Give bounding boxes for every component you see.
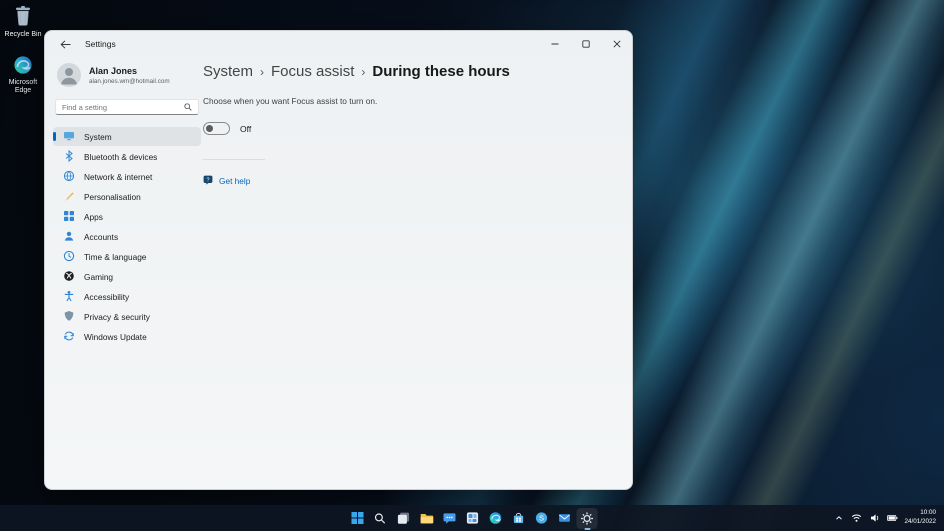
toggle-state-label: Off <box>240 123 252 134</box>
clock-time: 10:00 <box>920 509 936 517</box>
user-profile: Alan Jones alan.jones.wm@hotmail.com <box>53 59 201 91</box>
task-view-icon[interactable] <box>393 508 414 529</box>
brush-icon <box>63 190 75 204</box>
breadcrumb-focus-assist[interactable]: Focus assist <box>271 63 354 80</box>
sidebar-item-label: Time & language <box>84 251 147 262</box>
battery-icon[interactable] <box>886 509 899 527</box>
shield-icon <box>63 310 75 324</box>
breadcrumb-system[interactable]: System <box>203 63 253 80</box>
sidebar-item-gaming[interactable]: Gaming <box>53 267 201 286</box>
settings-content: System › Focus assist › During these hou… <box>203 57 622 489</box>
sidebar-item-time-language[interactable]: Time & language <box>53 247 201 266</box>
file-explorer-icon[interactable] <box>416 508 437 529</box>
sidebar-item-windows-update[interactable]: Windows Update <box>53 327 201 346</box>
profile-email: alan.jones.wm@hotmail.com <box>89 77 170 85</box>
person-icon <box>63 230 75 244</box>
desktop-icon-recycle-bin[interactable]: Recycle Bin <box>0 5 46 39</box>
desktop-icon-microsoft-edge[interactable]: Microsoft Edge <box>0 55 46 95</box>
sidebar-item-accessibility[interactable]: Accessibility <box>53 287 201 306</box>
sidebar-item-bluetooth-devices[interactable]: Bluetooth & devices <box>53 147 201 166</box>
settings-sidebar: Alan Jones alan.jones.wm@hotmail.com Sys… <box>53 59 201 346</box>
start-button[interactable] <box>347 508 368 529</box>
profile-name: Alan Jones <box>89 65 138 76</box>
edge-icon <box>13 55 33 77</box>
svg-text:?: ? <box>207 177 210 183</box>
settings-nav: System Bluetooth & devices Network & int… <box>53 127 201 346</box>
breadcrumb: System › Focus assist › During these hou… <box>203 63 622 80</box>
sidebar-item-label: Network & internet <box>84 171 153 182</box>
apps-grid-icon <box>63 210 75 224</box>
sidebar-item-label: Bluetooth & devices <box>84 151 158 162</box>
wifi-icon[interactable] <box>850 509 863 527</box>
update-icon <box>63 330 75 344</box>
back-button[interactable] <box>53 34 77 54</box>
sidebar-item-label: Accessibility <box>84 291 130 302</box>
svg-text:S: S <box>538 514 543 523</box>
clock-icon <box>63 250 75 264</box>
get-help-icon: ? <box>203 172 213 190</box>
breadcrumb-separator: › <box>361 64 366 79</box>
recycle-bin-icon <box>13 5 33 29</box>
sidebar-item-label: Privacy & security <box>84 311 150 322</box>
edge-icon[interactable] <box>485 508 506 529</box>
store-icon[interactable] <box>508 508 529 529</box>
search-icon <box>184 98 192 116</box>
sidebar-item-system[interactable]: System <box>53 127 201 146</box>
sidebar-item-apps[interactable]: Apps <box>53 207 201 226</box>
minimize-icon[interactable] <box>539 31 570 57</box>
accessibility-icon <box>63 290 75 304</box>
get-help-row: ? Get help <box>203 172 622 190</box>
system-tray: 10:00 24/01/2022 <box>832 509 944 527</box>
volume-icon[interactable] <box>868 509 881 527</box>
sidebar-item-network-internet[interactable]: Network & internet <box>53 167 201 186</box>
search-box <box>55 99 199 115</box>
window-controls <box>539 31 632 57</box>
desktop-icon-label: Microsoft Edge <box>8 79 38 95</box>
system-icon <box>63 130 75 144</box>
breadcrumb-separator: › <box>260 64 265 79</box>
focus-assist-toggle[interactable] <box>203 122 230 135</box>
taskbar-clock[interactable]: 10:00 24/01/2022 <box>904 509 936 527</box>
titlebar: Settings <box>45 31 632 57</box>
settings-app-icon[interactable] <box>576 507 598 529</box>
taskbar-search-icon[interactable] <box>370 508 391 529</box>
xbox-icon <box>63 270 75 284</box>
taskbar-pinned-apps: S <box>347 505 598 531</box>
sidebar-item-label: Personalisation <box>84 191 141 202</box>
window-title: Settings <box>85 39 116 49</box>
page-description: Choose when you want Focus assist to tur… <box>203 96 378 106</box>
hidden-icons-chevron-icon[interactable] <box>832 509 845 527</box>
avatar <box>57 63 81 87</box>
sidebar-item-label: Windows Update <box>84 331 147 342</box>
sidebar-item-privacy-security[interactable]: Privacy & security <box>53 307 201 326</box>
desktop-icon-label: Recycle Bin <box>4 31 42 38</box>
globe-icon <box>63 170 75 184</box>
close-icon[interactable] <box>601 31 632 57</box>
sidebar-item-label: System <box>84 131 112 142</box>
bluetooth-icon <box>63 149 75 164</box>
sidebar-item-personalisation[interactable]: Personalisation <box>53 187 201 206</box>
sidebar-item-accounts[interactable]: Accounts <box>53 227 201 246</box>
mail-icon[interactable] <box>554 508 575 529</box>
sidebar-item-label: Accounts <box>84 231 119 242</box>
get-help-link[interactable]: Get help <box>219 176 250 186</box>
sidebar-item-label: Apps <box>84 211 103 222</box>
maximize-icon[interactable] <box>570 31 601 57</box>
sidebar-item-label: Gaming <box>84 271 114 282</box>
focus-assist-toggle-row: Off <box>203 122 622 135</box>
page-title: During these hours <box>372 63 510 80</box>
section-divider <box>203 159 265 160</box>
widgets-icon[interactable] <box>462 508 483 529</box>
clock-date: 24/01/2022 <box>904 518 936 525</box>
search-input[interactable] <box>62 102 180 112</box>
settings-window: Settings Alan Jones alan.jones.wm@hotmai… <box>44 30 633 490</box>
toggle-knob <box>206 125 213 132</box>
chat-icon[interactable] <box>439 508 460 529</box>
taskbar: S 10:00 24/01/2022 <box>0 505 944 531</box>
skype-icon[interactable]: S <box>531 508 552 529</box>
